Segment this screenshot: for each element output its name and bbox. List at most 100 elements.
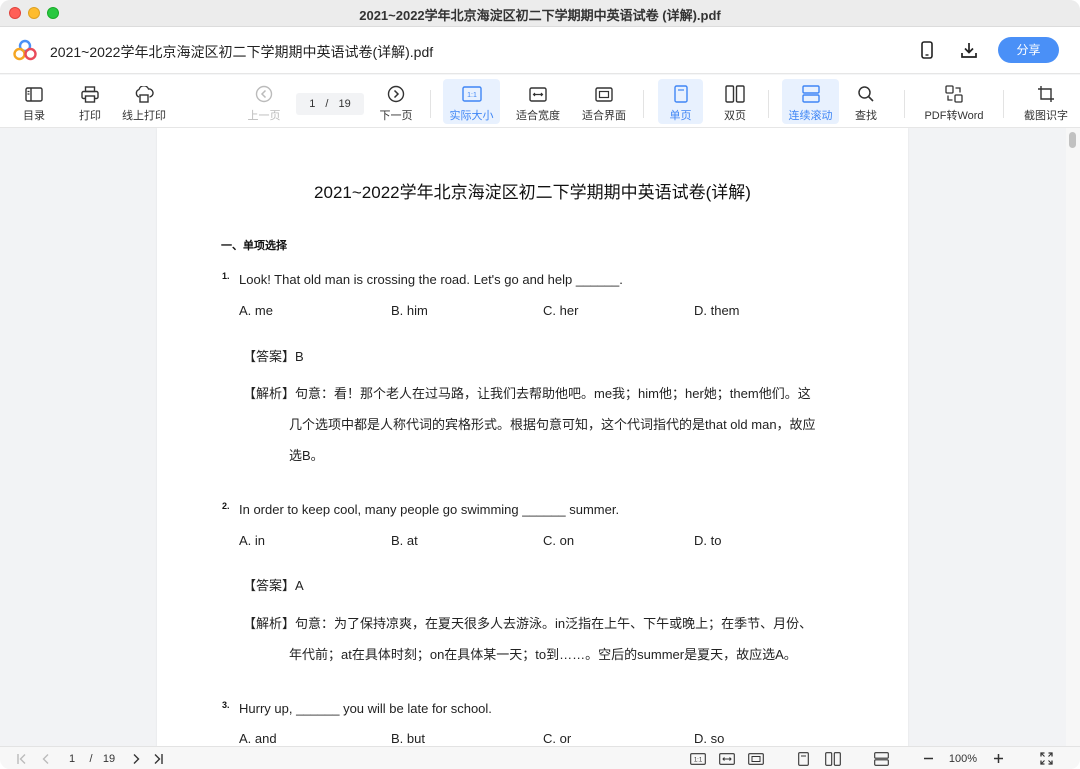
question-text: Hurry up, ______ you will be late for sc…: [239, 701, 492, 716]
bottom-current-page[interactable]: 1: [62, 750, 82, 767]
answer: 【答案】B: [243, 349, 304, 364]
prev-page-icon[interactable]: [38, 750, 54, 767]
fit-page-icon: [594, 84, 614, 104]
app-header: 2021~2022学年北京海淀区初二下学期期中英语试卷(详解).pdf 分享: [0, 27, 1080, 74]
contents-button[interactable]: 目录: [14, 79, 54, 124]
scrollbar-thumb[interactable]: [1069, 132, 1076, 148]
single-page-icon: [671, 84, 691, 104]
question-number: 3.: [222, 700, 230, 710]
answer: 【答案】A: [243, 578, 304, 593]
option: B. at: [391, 533, 418, 548]
cloud-print-icon: [134, 84, 154, 104]
single-page-icon[interactable]: [795, 750, 811, 767]
next-page-icon[interactable]: [128, 750, 144, 767]
double-page-icon[interactable]: [824, 750, 842, 767]
find-button[interactable]: 查找: [847, 79, 885, 124]
zoom-out-icon[interactable]: [920, 750, 936, 767]
first-page-icon[interactable]: [14, 750, 30, 767]
status-bar: 1 / 19 1:1 100%: [0, 746, 1080, 769]
fit-width-icon[interactable]: [718, 750, 736, 767]
option: B. him: [391, 303, 428, 318]
circle-chevron-left-icon: [254, 84, 274, 104]
explanation-line: 【解析】句意：看！那个老人在过马路，让我们去帮助他吧。me我；him他；her她…: [243, 386, 811, 401]
ocr-button[interactable]: 截图识字: [1018, 79, 1074, 124]
option: D. them: [694, 303, 740, 318]
section-heading: 一、单项选择: [221, 240, 287, 252]
contents-label: 目录: [23, 110, 45, 122]
option: D. to: [694, 533, 722, 548]
crop-icon: [1036, 84, 1056, 104]
printer-icon: [80, 84, 100, 104]
fit-width-label: 适合宽度: [516, 110, 560, 122]
app-logo-icon: [13, 39, 37, 61]
explanation-line: 年代前；at在具体时刻；on在具体某一天；to到……。空后的summer是夏天，…: [289, 647, 797, 662]
print-label: 打印: [79, 110, 101, 122]
fit-page-icon[interactable]: [747, 750, 765, 767]
toolbar-divider: [768, 90, 769, 118]
option: C. on: [543, 533, 575, 548]
circle-chevron-right-icon: [386, 84, 406, 104]
find-label: 查找: [855, 110, 877, 122]
window-title: 2021~2022学年北京海淀区初二下学期期中英语试卷 (详解).pdf: [359, 8, 721, 23]
next-page-label: 下一页: [379, 110, 413, 122]
phone-icon[interactable]: [916, 39, 938, 61]
option: A. and: [239, 731, 277, 746]
last-page-icon[interactable]: [150, 750, 166, 767]
continuous-scroll-label: 连续滚动: [788, 110, 833, 122]
document-viewport[interactable]: 2021~2022学年北京海淀区初二下学期期中英语试卷(详解) 一、单项选择 1…: [0, 128, 1080, 746]
convert-icon: [944, 84, 964, 104]
current-page: 1: [309, 98, 316, 110]
toolbar-divider: [430, 90, 431, 118]
pdf-page: 2021~2022学年北京海淀区初二下学期期中英语试卷(详解) 一、单项选择 1…: [157, 128, 908, 746]
actual-size-label: 实际大小: [449, 110, 494, 122]
total-pages: 19: [338, 98, 351, 110]
title-bar: 2021~2022学年北京海淀区初二下学期期中英语试卷 (详解).pdf: [0, 0, 1080, 27]
prev-page-label: 上一页: [247, 110, 281, 122]
question-number: 2.: [222, 501, 230, 511]
online-print-button[interactable]: 线上打印: [118, 79, 170, 124]
app-window: 2021~2022学年北京海淀区初二下学期期中英语试卷 (详解).pdf 202…: [0, 0, 1080, 769]
option: C. her: [543, 303, 579, 318]
single-page-button[interactable]: 单页: [658, 79, 703, 124]
double-page-button[interactable]: 双页: [714, 79, 756, 124]
fit-width-button[interactable]: 适合宽度: [511, 79, 565, 124]
fit-width-icon: [528, 84, 548, 104]
fullscreen-icon[interactable]: [1038, 750, 1054, 767]
actual-size-badge: 1:1: [467, 92, 477, 99]
question-number: 1.: [222, 271, 230, 281]
zoom-level[interactable]: 100%: [944, 750, 982, 767]
print-button[interactable]: 打印: [70, 79, 110, 124]
bottom-total-pages: 19: [102, 752, 116, 765]
question-text: Look! That old man is crossing the road.…: [239, 272, 623, 287]
double-page-label: 双页: [724, 110, 746, 122]
search-icon: [856, 84, 876, 104]
fit-page-button[interactable]: 适合界面: [577, 79, 631, 124]
prev-page-button[interactable]: 上一页: [244, 79, 284, 124]
page-number-input[interactable]: 1 / 19: [296, 93, 364, 115]
pdf-to-word-button[interactable]: PDF转Word: [920, 79, 988, 124]
option: A. me: [239, 303, 273, 318]
share-button[interactable]: 分享: [998, 37, 1059, 63]
actual-size-button[interactable]: 1:1 实际大小: [443, 79, 500, 124]
scroll-track[interactable]: [1066, 128, 1080, 746]
explanation-line: 选B。: [289, 448, 324, 463]
bottom-page-separator: /: [89, 752, 93, 765]
fit-page-label: 适合界面: [582, 110, 626, 122]
document-heading: 2021~2022学年北京海淀区初二下学期期中英语试卷(详解): [314, 183, 751, 202]
continuous-scroll-icon[interactable]: [872, 750, 890, 767]
page-separator: /: [325, 98, 329, 110]
download-icon[interactable]: [958, 39, 980, 61]
single-page-label: 单页: [669, 110, 692, 122]
next-page-button[interactable]: 下一页: [376, 79, 416, 124]
actual-size-icon: 1:1: [461, 84, 482, 104]
ocr-label: 截图识字: [1024, 110, 1068, 122]
zoom-in-icon[interactable]: [990, 750, 1006, 767]
toolbar-divider: [1003, 90, 1004, 118]
bottom-actual-size-badge: 1:1: [694, 757, 703, 763]
continuous-scroll-icon: [801, 84, 821, 104]
option: A. in: [239, 533, 266, 548]
toolbar-divider: [643, 90, 644, 118]
actual-size-icon[interactable]: 1:1: [689, 750, 707, 767]
pdf-to-word-label: PDF转Word: [924, 110, 984, 122]
continuous-scroll-button[interactable]: 连续滚动: [782, 79, 839, 124]
